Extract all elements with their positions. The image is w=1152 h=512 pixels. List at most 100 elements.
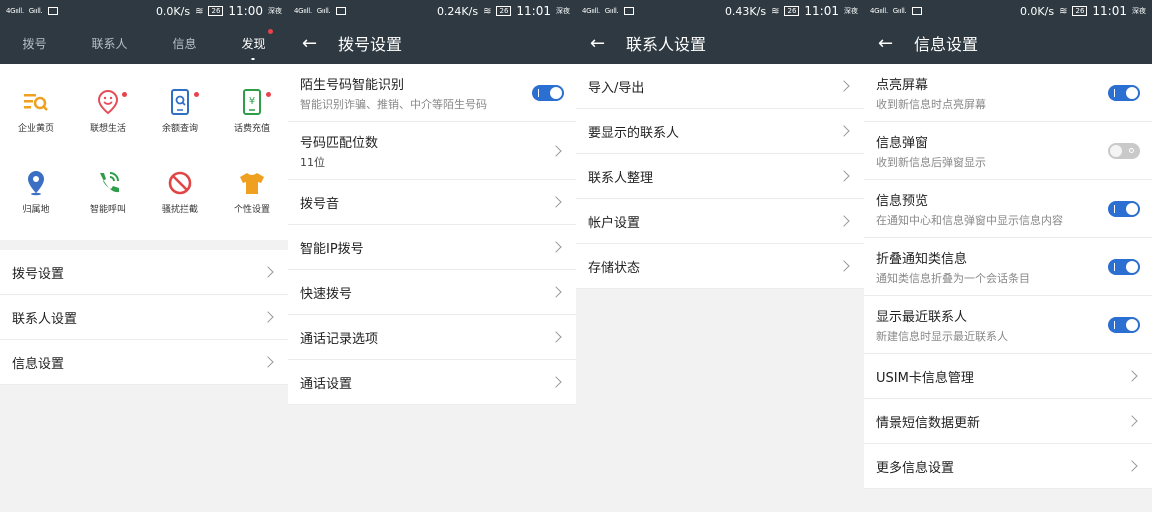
grid-item-location[interactable]: 归属地 [0,159,72,229]
block-icon [166,169,194,197]
wake-screen-row[interactable]: 点亮屏幕 收到新信息时点亮屏幕 [864,64,1152,122]
dial-tone-row[interactable]: 拨号音 [288,180,576,225]
toggle-switch[interactable] [1108,142,1140,159]
net-speed: 0.24K/s [436,4,479,18]
row-subtitle: 新建信息时显示最近联系人 [876,329,1008,343]
row-title: 联系人设置 [12,311,78,327]
row-subtitle: 收到新信息时点亮屏幕 [876,97,986,111]
image-notification-icon [336,7,347,15]
grid-label: 话费充值 [233,124,270,134]
row-title: 号码匹配位数 [300,135,379,151]
tab-discover[interactable]: 发现 [241,28,273,52]
clock: 11:00 [228,4,263,18]
chevron-right-icon [550,196,562,208]
chevron-right-icon [838,80,850,92]
contacts-settings-row[interactable]: 联系人设置 [0,295,288,340]
carrier: 深夜 [556,7,570,15]
more-message-settings-row[interactable]: 更多信息设置 [864,444,1152,489]
grid-item-balance[interactable]: 余额查询 [144,78,216,148]
row-title: 要显示的联系人 [588,125,680,141]
call-log-options-row[interactable]: 通话记录选项 [288,315,576,360]
toggle-switch[interactable] [1108,316,1140,333]
yellowpage-icon [22,88,50,116]
dial-settings-row[interactable]: 拨号设置 [0,250,288,295]
back-arrow-icon[interactable]: ← [878,33,902,54]
toggle-switch[interactable] [1108,258,1140,275]
grid-item-recharge[interactable]: ¥ 话费充值 [216,78,288,148]
signal-1: 4Gııll. [6,7,24,15]
discover-grid: 企业黄页 联想生活 余额查询 ¥ 话费充值 归属地 智能呼叫 骚扰拦截 个性设置 [0,64,288,240]
signal-1: 4Gııll. [582,7,600,15]
recent-contacts-row[interactable]: 显示最近联系人 新建信息时显示最近联系人 [864,296,1152,354]
contacts-to-display-row[interactable]: 要显示的联系人 [576,109,864,154]
contacts-organize-row[interactable]: 联系人整理 [576,154,864,199]
row-title: USIM卡信息管理 [876,370,974,386]
page-title: 拨号设置 [338,35,403,54]
toggle-switch[interactable] [1108,84,1140,101]
tab-contacts[interactable]: 联系人 [91,35,127,52]
status-bar: 4Gııll. Gııll. 0.24K/s ≋ 26 11:01 深夜 [288,0,576,22]
chevron-right-icon [838,260,850,272]
status-bar: 4Gııll. Gııll. 0.0K/s ≋ 26 11:01 深夜 [864,0,1152,22]
battery-icon: 26 [208,6,224,16]
row-title: 点亮屏幕 [876,77,929,93]
clock: 11:01 [804,4,839,18]
row-title: 拨号音 [300,196,340,212]
recharge-phone-icon: ¥ [238,88,266,116]
grid-item-block[interactable]: 骚扰拦截 [144,159,216,229]
tab-dial[interactable]: 拨号 [22,35,46,52]
message-popup-row[interactable]: 信息弹窗 收到新信息后弹窗显示 [864,122,1152,180]
row-title: 显示最近联系人 [876,309,968,325]
row-title: 信息设置 [12,356,65,372]
row-title: 联系人整理 [588,170,654,186]
grid-label: 智能呼叫 [89,205,126,215]
badge-dot [267,28,273,34]
grid-item-personalize[interactable]: 个性设置 [216,159,288,229]
account-settings-row[interactable]: 帐户设置 [576,199,864,244]
discover-screen: 4Gııll. Gııll. 0.0K/s ≋ 26 11:00 深夜 拨号 联… [0,0,288,512]
back-arrow-icon[interactable]: ← [302,33,326,54]
grid-label: 骚扰拦截 [161,205,198,215]
row-title: 通话设置 [300,376,353,392]
speed-dial-row[interactable]: 快速拨号 [288,270,576,315]
badge-dot [194,92,199,97]
tab-messages[interactable]: 信息 [172,35,196,52]
usim-message-row[interactable]: USIM卡信息管理 [864,354,1152,399]
battery-icon: 26 [496,6,512,16]
row-title: 快速拨号 [300,286,353,302]
net-speed: 0.0K/s [1019,4,1055,18]
back-arrow-icon[interactable]: ← [590,33,614,54]
fold-notifications-row[interactable]: 折叠通知类信息 通知类信息折叠为一个会话条目 [864,238,1152,296]
smart-ip-row[interactable]: 智能IP拨号 [288,225,576,270]
row-title: 导入/导出 [588,80,645,96]
storage-status-row[interactable]: 存储状态 [576,244,864,289]
chevron-right-icon [550,241,562,253]
page-title: 联系人设置 [626,35,707,54]
grid-item-smart-call[interactable]: 智能呼叫 [72,159,144,229]
app-header: 4Gııll. Gııll. 0.24K/s ≋ 26 11:01 深夜 ← 拨… [288,0,576,64]
message-preview-row[interactable]: 信息预览 在通知中心和信息弹窗中显示信息内容 [864,180,1152,238]
grid-label: 归属地 [22,205,50,215]
row-title: 帐户设置 [588,215,641,231]
grid-label: 余额查询 [161,124,198,134]
carrier: 深夜 [844,7,858,15]
row-subtitle: 收到新信息后弹窗显示 [876,155,986,169]
carrier: 深夜 [1132,7,1146,15]
message-settings-row[interactable]: 信息设置 [0,340,288,385]
row-title: 更多信息设置 [876,460,955,476]
toggle-switch[interactable] [532,84,564,101]
signal-1: 4Gııll. [870,7,888,15]
image-notification-icon [624,7,635,15]
clock: 11:01 [1092,4,1127,18]
import-export-row[interactable]: 导入/导出 [576,64,864,109]
grid-item-lenovo-life[interactable]: 联想生活 [72,78,144,148]
match-digits-row[interactable]: 号码匹配位数 11位 [288,122,576,180]
scene-sms-update-row[interactable]: 情景短信数据更新 [864,399,1152,444]
call-settings-row[interactable]: 通话设置 [288,360,576,405]
stranger-id-row[interactable]: 陌生号码智能识别 智能识别诈骗、推销、中介等陌生号码 [288,64,576,122]
toggle-switch[interactable] [1108,200,1140,217]
wifi-icon: ≋ [483,5,492,17]
grid-item-yellowpage[interactable]: 企业黄页 [0,78,72,148]
badge-dot [122,92,127,97]
signal-2: Gııll. [316,7,331,15]
